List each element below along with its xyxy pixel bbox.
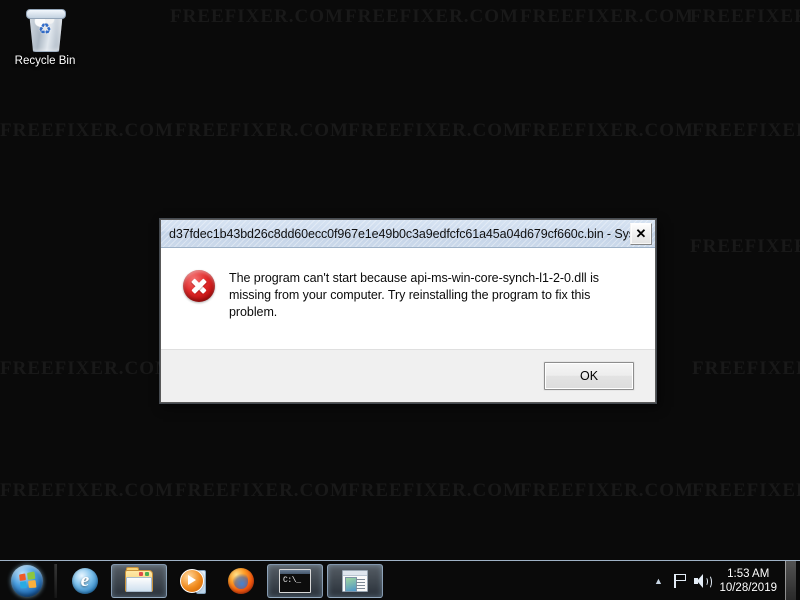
start-button[interactable] xyxy=(0,562,54,600)
watermark-text: FREEFIXER.COM xyxy=(345,6,519,27)
clock-date: 10/28/2019 xyxy=(719,581,777,594)
watermark-text: FREEFIXER.COM xyxy=(690,236,800,257)
dialog-body: The program can't start because api-ms-w… xyxy=(161,248,655,350)
recycle-bin-icon: ♻ xyxy=(23,6,67,52)
dialog-titlebar[interactable]: d37fdec1b43bd26c8dd60ecc0f967e1e49b0c3a9… xyxy=(161,220,655,248)
watermark-text: FREEFIXER.COM xyxy=(692,358,800,379)
clock-time: 1:53 AM xyxy=(727,567,770,580)
error-icon xyxy=(183,270,215,302)
watermark-text: FREEFIXER.COM xyxy=(690,6,800,27)
watermark-text: FREEFIXER.COM xyxy=(170,6,344,27)
watermark-text: FREEFIXER.COM xyxy=(0,480,174,501)
watermark-text: FREEFIXER.COM xyxy=(0,358,174,379)
taskbar[interactable]: C:\_ ▲ 1:53 AM 10/28/2019 xyxy=(0,560,800,600)
document-window-icon xyxy=(342,569,368,592)
taskbar-separator xyxy=(54,563,57,598)
windows-logo-icon xyxy=(11,564,43,597)
desktop-icon-label: Recycle Bin xyxy=(14,55,76,67)
firefox-icon xyxy=(228,567,254,594)
watermark-text: FREEFIXER.COM xyxy=(692,120,800,141)
dialog-message: The program can't start because api-ms-w… xyxy=(229,271,600,319)
watermark-text: FREEFIXER.COM xyxy=(520,6,694,27)
watermark-text: FREEFIXER.COM xyxy=(520,120,694,141)
watermark-text: FREEFIXER.COM xyxy=(692,480,800,501)
watermark-text: FREEFIXER.COM xyxy=(175,120,349,141)
system-tray[interactable]: ▲ 1:53 AM 10/28/2019 xyxy=(647,561,800,600)
dialog-footer: OK xyxy=(161,350,655,402)
watermark-text: FREEFIXER.COM xyxy=(0,120,174,141)
taskbar-item-internet-explorer[interactable] xyxy=(63,564,107,598)
taskbar-item-command-prompt[interactable]: C:\_ xyxy=(267,563,323,598)
media-player-icon xyxy=(180,568,206,594)
command-prompt-screen-text: C:\_ xyxy=(283,575,301,585)
close-icon[interactable]: ✕ xyxy=(630,222,652,245)
show-hidden-icons-icon[interactable]: ▲ xyxy=(647,567,669,595)
desktop-icon-recycle-bin[interactable]: ♻ Recycle Bin xyxy=(8,6,82,68)
watermark-text: FREEFIXER.COM xyxy=(348,120,522,141)
taskbar-item-document-window[interactable] xyxy=(327,563,383,598)
volume-speaker-icon[interactable] xyxy=(691,567,713,595)
internet-explorer-icon xyxy=(72,567,98,594)
desktop[interactable]: FREEFIXER.COM FREEFIXER.COM FREEFIXER.COM F… xyxy=(0,0,800,600)
dialog-title: d37fdec1b43bd26c8dd60ecc0f967e1e49b0c3a9… xyxy=(169,226,630,241)
taskbar-item-firefox[interactable] xyxy=(219,564,263,598)
folder-icon xyxy=(125,566,153,592)
clock[interactable]: 1:53 AM 10/28/2019 xyxy=(713,567,785,595)
watermark-text: FREEFIXER.COM xyxy=(175,480,349,501)
ok-button[interactable]: OK xyxy=(544,362,634,390)
show-desktop-button[interactable] xyxy=(785,561,796,600)
command-prompt-icon: C:\_ xyxy=(279,568,311,593)
watermark-text: FREEFIXER.COM xyxy=(348,480,522,501)
taskbar-item-windows-explorer[interactable] xyxy=(111,563,167,598)
taskbar-item-windows-media-player[interactable] xyxy=(171,564,215,598)
action-center-flag-icon[interactable] xyxy=(669,567,691,595)
error-dialog[interactable]: d37fdec1b43bd26c8dd60ecc0f967e1e49b0c3a9… xyxy=(160,219,656,403)
watermark-text: FREEFIXER.COM xyxy=(520,480,694,501)
